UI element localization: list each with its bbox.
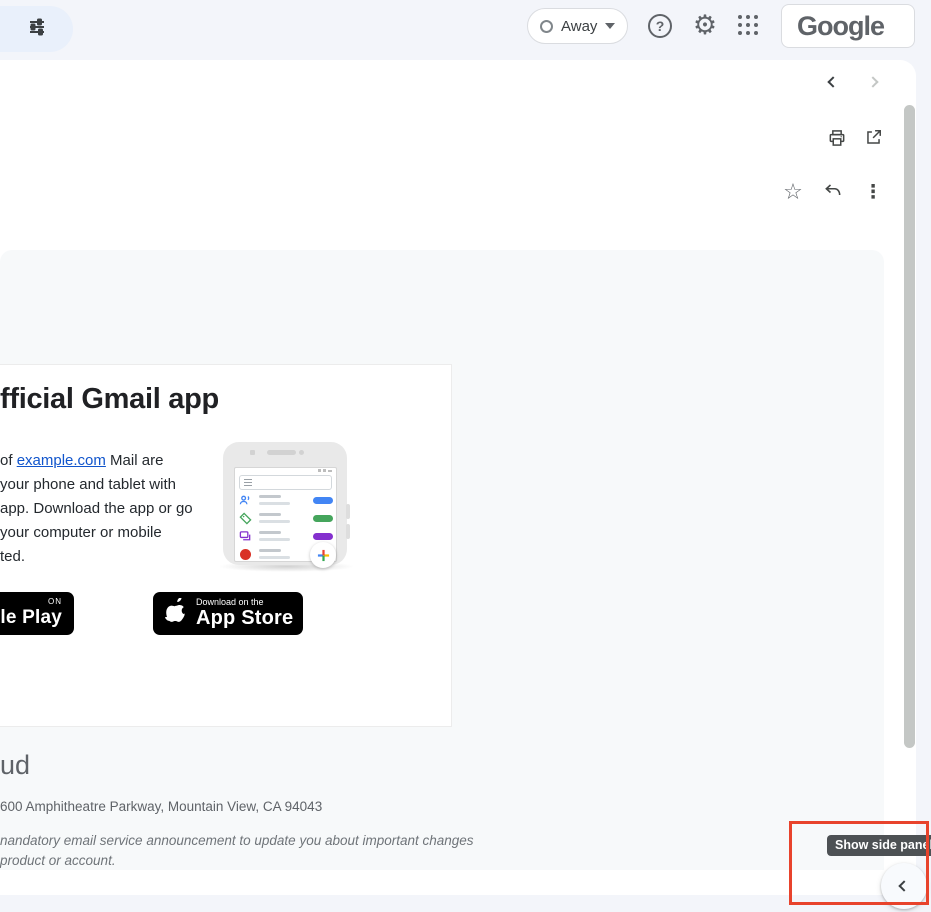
- camera-dot-icon: [250, 450, 255, 455]
- chevron-left-icon: [827, 76, 838, 87]
- app-store-badge[interactable]: Download on the App Store: [153, 592, 303, 635]
- red-annotation-box: [789, 821, 929, 905]
- footer-disclaimer: nandatory email service announcement to …: [0, 831, 474, 871]
- google-logo: Google: [797, 11, 884, 42]
- mini-search-bar: [239, 475, 332, 490]
- open-in-new-window-button[interactable]: [861, 128, 885, 152]
- body-line: ted.: [0, 545, 193, 569]
- email-body-text: of example.com Mail are your phone and t…: [0, 449, 193, 569]
- body-line: of example.com Mail are: [0, 449, 193, 473]
- red-dot-icon: [239, 548, 252, 561]
- open-in-new-icon: [864, 128, 883, 152]
- star-button[interactable]: ☆: [781, 180, 805, 204]
- availability-status-label: Away: [561, 18, 597, 35]
- reply-icon: [823, 180, 843, 205]
- print-button[interactable]: [825, 128, 849, 152]
- search-options-button[interactable]: [0, 6, 73, 52]
- appstore-badge-title: App Store: [196, 607, 293, 630]
- speaker-bar: [267, 450, 296, 455]
- phone-screen: [234, 467, 337, 562]
- availability-status-chip[interactable]: Away: [527, 8, 628, 44]
- footer-address: 600 Amphitheatre Parkway, Mountain View,…: [0, 799, 322, 814]
- older-email-button[interactable]: [861, 70, 885, 94]
- status-bar-icons: [318, 469, 332, 472]
- play-badge-caption: ON: [0, 597, 62, 606]
- mini-list-row: [239, 494, 334, 507]
- settings-button[interactable]: ⚙: [691, 11, 719, 41]
- power-button: [346, 524, 350, 539]
- chevron-down-icon: [605, 23, 615, 29]
- more-options-button[interactable]: ⋮: [861, 180, 885, 204]
- vertical-scrollbar[interactable]: [904, 105, 915, 748]
- question-mark-icon: ?: [656, 18, 665, 34]
- body-line: app. Download the app or go: [0, 497, 193, 521]
- apple-logo-icon: [165, 598, 187, 630]
- more-vert-icon: ⋮: [864, 181, 883, 203]
- sensor-dot-icon: [299, 450, 304, 455]
- google-apps-button[interactable]: [738, 15, 760, 37]
- gmail-window: Away ? ⚙ Google: [0, 0, 931, 912]
- chevron-right-icon: [867, 76, 878, 87]
- google-play-badge[interactable]: ON gle Play: [0, 592, 74, 635]
- example-link[interactable]: example.com: [17, 452, 106, 469]
- mini-list-row: [239, 512, 334, 525]
- appstore-badge-caption: Download on the: [196, 597, 293, 607]
- star-icon: ☆: [783, 180, 803, 205]
- mini-list-row: [239, 530, 334, 543]
- hamburger-icon: [244, 479, 252, 486]
- play-badge-title: gle Play: [0, 607, 62, 629]
- email-heading: fficial Gmail app: [0, 383, 219, 416]
- printer-icon: [827, 128, 847, 153]
- help-button[interactable]: ?: [648, 14, 672, 38]
- compose-plus-fab: [310, 542, 336, 568]
- chat-icon: [239, 530, 252, 543]
- newer-email-button[interactable]: [821, 70, 845, 94]
- body-line: your phone and tablet with: [0, 473, 193, 497]
- away-status-icon: [540, 20, 553, 33]
- volume-button: [346, 504, 350, 519]
- tune-icon: [27, 17, 47, 42]
- google-account-logo-box[interactable]: Google: [781, 4, 915, 48]
- footer-brand-text: ud: [0, 750, 30, 781]
- mini-list-row: [239, 548, 334, 561]
- phone-illustration: [223, 442, 347, 565]
- body-line: your computer or mobile: [0, 521, 193, 545]
- reply-button[interactable]: [821, 180, 845, 204]
- gear-icon: ⚙: [693, 10, 717, 41]
- top-header-bar: Away ? ⚙ Google: [0, 0, 931, 60]
- label-tag-icon: [239, 512, 252, 525]
- people-icon: [239, 494, 252, 507]
